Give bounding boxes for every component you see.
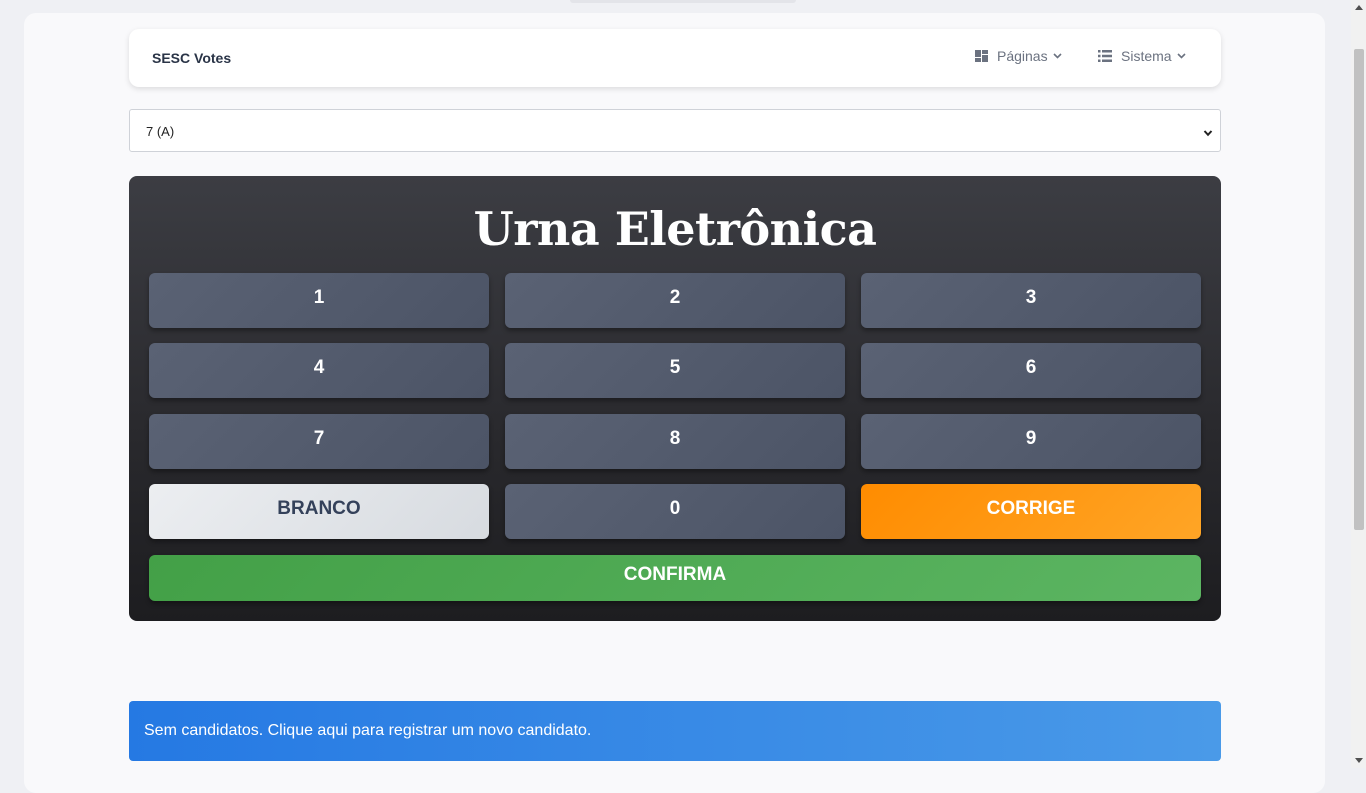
- confirm-button[interactable]: CONFIRMA: [149, 555, 1201, 601]
- key-label: 1: [313, 286, 325, 308]
- voting-machine-panel: Urna Eletrônica 1 2 3 4 5 6 7 8 9 BRANCO…: [129, 176, 1221, 621]
- key-label: CONFIRMA: [623, 564, 727, 585]
- no-candidates-alert[interactable]: Sem candidatos. Clique aqui para registr…: [129, 701, 1221, 761]
- list-icon: [1098, 50, 1112, 62]
- key-6-button[interactable]: 6: [861, 343, 1201, 398]
- key-9-button[interactable]: 9: [861, 414, 1201, 469]
- page-scrollbar[interactable]: [1351, 0, 1366, 768]
- key-2-button[interactable]: 2: [505, 273, 845, 328]
- correct-button[interactable]: CORRIGE: [861, 484, 1201, 539]
- nav-menu-sistema[interactable]: Sistema: [1098, 48, 1186, 64]
- alert-text: Sem candidatos. Clique aqui para registr…: [144, 722, 592, 739]
- key-7-button[interactable]: 7: [149, 414, 489, 469]
- key-label: 8: [669, 427, 681, 449]
- key-label: BRANCO: [277, 497, 361, 519]
- chevron-down-icon: [1177, 53, 1186, 59]
- blank-vote-button[interactable]: BRANCO: [149, 484, 489, 539]
- scroll-thumb[interactable]: [1354, 49, 1364, 530]
- key-label: 9: [1025, 427, 1037, 449]
- key-label: 5: [669, 356, 681, 378]
- key-label: 0: [669, 497, 681, 519]
- class-select-value: 7 (A): [146, 124, 175, 139]
- key-label: 6: [1025, 356, 1037, 378]
- navbar: SESC Votes Páginas Sistema: [129, 29, 1221, 87]
- brand-title[interactable]: SESC Votes: [152, 50, 231, 66]
- key-0-button[interactable]: 0: [505, 484, 845, 539]
- voting-machine-title: Urna Eletrônica: [473, 202, 877, 256]
- scroll-down-arrow-icon[interactable]: [1355, 758, 1363, 763]
- chevron-down-icon: [1053, 53, 1062, 59]
- key-label: 3: [1025, 286, 1037, 308]
- key-1-button[interactable]: 1: [149, 273, 489, 328]
- scroll-up-arrow-icon[interactable]: [1355, 5, 1363, 10]
- nav-menu-label: Páginas: [997, 48, 1048, 64]
- key-8-button[interactable]: 8: [505, 414, 845, 469]
- key-label: 7: [313, 427, 325, 449]
- nav-menu-paginas[interactable]: Páginas: [975, 48, 1062, 64]
- grid-icon: [975, 50, 988, 62]
- key-5-button[interactable]: 5: [505, 343, 845, 398]
- chevron-down-icon: [1203, 125, 1213, 143]
- key-3-button[interactable]: 3: [861, 273, 1201, 328]
- top-tab-indicator: [570, 0, 796, 3]
- key-4-button[interactable]: 4: [149, 343, 489, 398]
- nav-menu-label: Sistema: [1121, 48, 1172, 64]
- key-label: 2: [669, 286, 681, 308]
- key-label: 4: [313, 356, 325, 378]
- key-label: CORRIGE: [986, 497, 1076, 519]
- class-select[interactable]: 7 (A): [129, 109, 1221, 152]
